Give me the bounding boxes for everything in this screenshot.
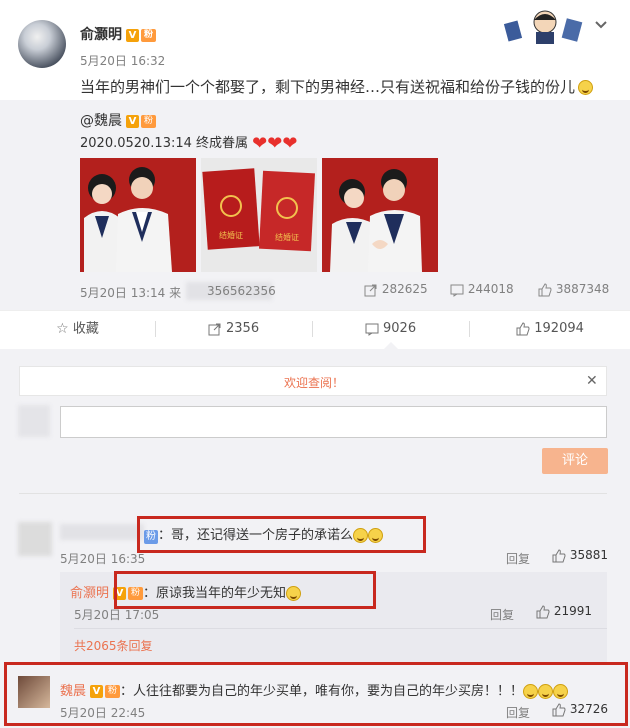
wedding-photo-1[interactable] [80, 158, 196, 272]
last-comment-row: 魏晨 V 粉：人往往都要为自己的年少买单，唯有你，要为自己的年少买房！！！ [60, 680, 569, 699]
forward-icon [208, 323, 221, 335]
repost-comment[interactable]: 244018 [450, 282, 514, 297]
submit-comment-button[interactable]: 评论 [542, 448, 608, 474]
forward-button[interactable]: 2356 [156, 311, 311, 347]
repost-like-count: 3887348 [555, 282, 610, 296]
comment-1-time: 5月20日 16:35 [60, 552, 146, 566]
last-comment-like[interactable]: 32726 [552, 702, 608, 717]
last-comment-text: ：人往往都要为自己的年少买单，唯有你，要为自己的年少买房！！！ [120, 684, 524, 699]
author-name[interactable]: 俞灏明 [80, 27, 122, 43]
like-button[interactable]: 192094 [470, 311, 630, 347]
favorite-label: 收藏 [72, 321, 99, 337]
comment-pointer [384, 342, 398, 349]
fan-badge-icon: 粉 [105, 685, 121, 698]
repost-time[interactable]: 5月20日 13:14 来 [80, 284, 181, 301]
comment-1-like-count: 35881 [569, 548, 609, 562]
heart-icon: ❤ [252, 132, 268, 154]
thumbs-up-icon [552, 548, 566, 562]
v-badge-icon: V [126, 28, 139, 42]
welcome-bar: 欢迎查阅！ ✕ [19, 366, 607, 396]
marriage-certificate-photo[interactable]: 结婚证 结婚证 [201, 158, 317, 272]
fan-badge-icon: 粉 [141, 114, 156, 128]
last-comment-time: 5月20日 22:45 [60, 706, 146, 720]
comment-icon [365, 323, 379, 336]
star-icon: ☆ [56, 321, 69, 337]
wedding-photo-2[interactable] [322, 158, 438, 272]
forward-icon [364, 284, 377, 296]
comment-2-author[interactable]: 俞灏明 [70, 586, 109, 601]
fan-badge-icon: 粉 [141, 28, 156, 42]
repost-forward[interactable]: 282625 [364, 282, 428, 297]
commenter-avatar[interactable] [18, 676, 50, 708]
chevron-down-icon[interactable] [594, 17, 608, 31]
comment-1-like[interactable]: 35881 [552, 548, 608, 563]
highlight-box [114, 571, 376, 609]
like-count: 192094 [534, 321, 584, 336]
divider [74, 628, 607, 629]
laugh-emoji-icon [538, 684, 554, 699]
repost-text: 2020.0520.13:14 终成眷属 [80, 136, 249, 151]
comment-1-reply[interactable]: 回复 [506, 550, 530, 567]
commenter-avatar[interactable] [18, 522, 52, 556]
repost-text-row: 2020.0520.13:14 终成眷属 ❤❤❤ [80, 132, 297, 153]
blurred-commenter-name [60, 524, 144, 540]
action-bar: ☆ 收藏 2356 9026 192094 [0, 310, 630, 346]
certificate-label: 结婚证 [219, 230, 243, 240]
welcome-text: 欢迎查阅！ [283, 376, 344, 390]
certificate-label: 结婚证 [275, 232, 299, 242]
thumbs-up-icon [516, 321, 530, 335]
thumbs-up-icon [538, 282, 552, 296]
post-text-row: 当年的男神们一个个都娶了，剩下的男神经…只有送祝福和给份子钱的份儿 [80, 76, 594, 97]
last-comment-author[interactable]: 魏晨 [60, 684, 86, 699]
thumbs-up-icon [536, 604, 550, 618]
comment-icon [450, 284, 464, 297]
comment-2-like-count: 21991 [553, 604, 593, 618]
repost-author[interactable]: @魏晨 [80, 113, 122, 129]
sticker-decoration-icon [500, 8, 590, 44]
heart-icon: ❤ [267, 132, 283, 154]
v-badge-icon: V [90, 685, 104, 698]
highlight-box [137, 516, 426, 553]
author-avatar[interactable] [18, 20, 66, 68]
post-text: 当年的男神们一个个都娶了，剩下的男神经…只有送祝福和给份子钱的份儿 [80, 78, 576, 96]
smile-emoji-icon [578, 80, 594, 95]
laugh-emoji-icon [553, 684, 569, 699]
comment-count: 9026 [383, 321, 417, 336]
repost-comment-count: 244018 [467, 282, 514, 296]
thumbs-up-icon [552, 702, 566, 716]
v-badge-icon: V [126, 114, 139, 128]
comment-input[interactable] [60, 406, 607, 438]
comment-2-like[interactable]: 21991 [536, 604, 592, 619]
repost-author-row: @魏晨 V 粉 [80, 110, 156, 130]
forward-count: 2356 [226, 321, 260, 336]
laugh-emoji-icon [523, 684, 539, 699]
comment-2-time: 5月20日 17:05 [74, 608, 160, 622]
repost-source: 356562356 [207, 284, 276, 298]
author-name-row: 俞灏明 V 粉 [80, 24, 156, 44]
last-comment-reply[interactable]: 回复 [506, 704, 530, 721]
repost-forward-count: 282625 [381, 282, 428, 296]
post-time[interactable]: 5月20日 16:32 [80, 52, 165, 69]
heart-icon: ❤ [282, 132, 298, 154]
comment-2-reply[interactable]: 回复 [490, 606, 514, 623]
divider [19, 493, 607, 494]
submit-label: 评论 [561, 453, 588, 468]
more-replies-link[interactable]: 共2065条回复 [74, 637, 153, 654]
repost-like[interactable]: 3887348 [538, 282, 609, 297]
favorite-button[interactable]: ☆ 收藏 [0, 311, 155, 347]
close-icon[interactable]: ✕ [586, 373, 598, 389]
last-comment-like-count: 32726 [569, 702, 609, 716]
composer-avatar [18, 405, 50, 437]
